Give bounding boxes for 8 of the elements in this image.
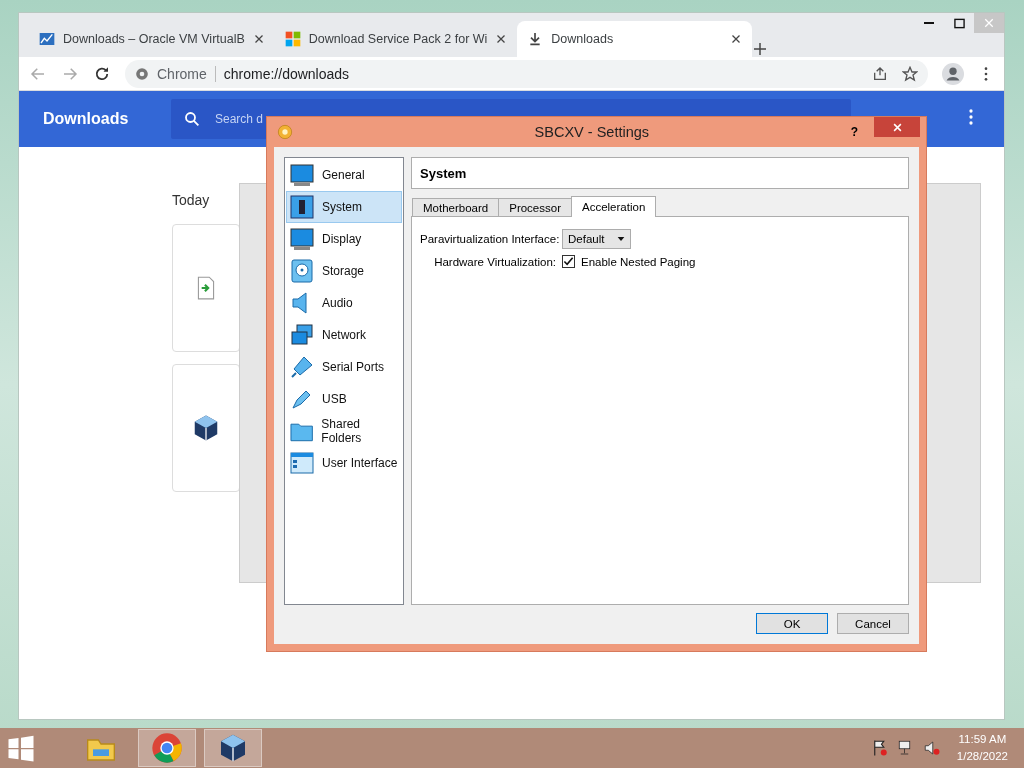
dialog-title: SBCXV - Settings: [533, 124, 651, 140]
page-title: Downloads: [43, 110, 130, 128]
checkbox-label: Enable Nested Paging: [581, 255, 696, 268]
clock-time: 11:59 AM: [958, 732, 1007, 747]
clock-date: 1/28/2022: [956, 749, 1008, 764]
section-heading: Today: [172, 192, 210, 208]
page-heading: System: [411, 157, 909, 189]
field-label: Hardware Virtualization:: [433, 255, 556, 268]
